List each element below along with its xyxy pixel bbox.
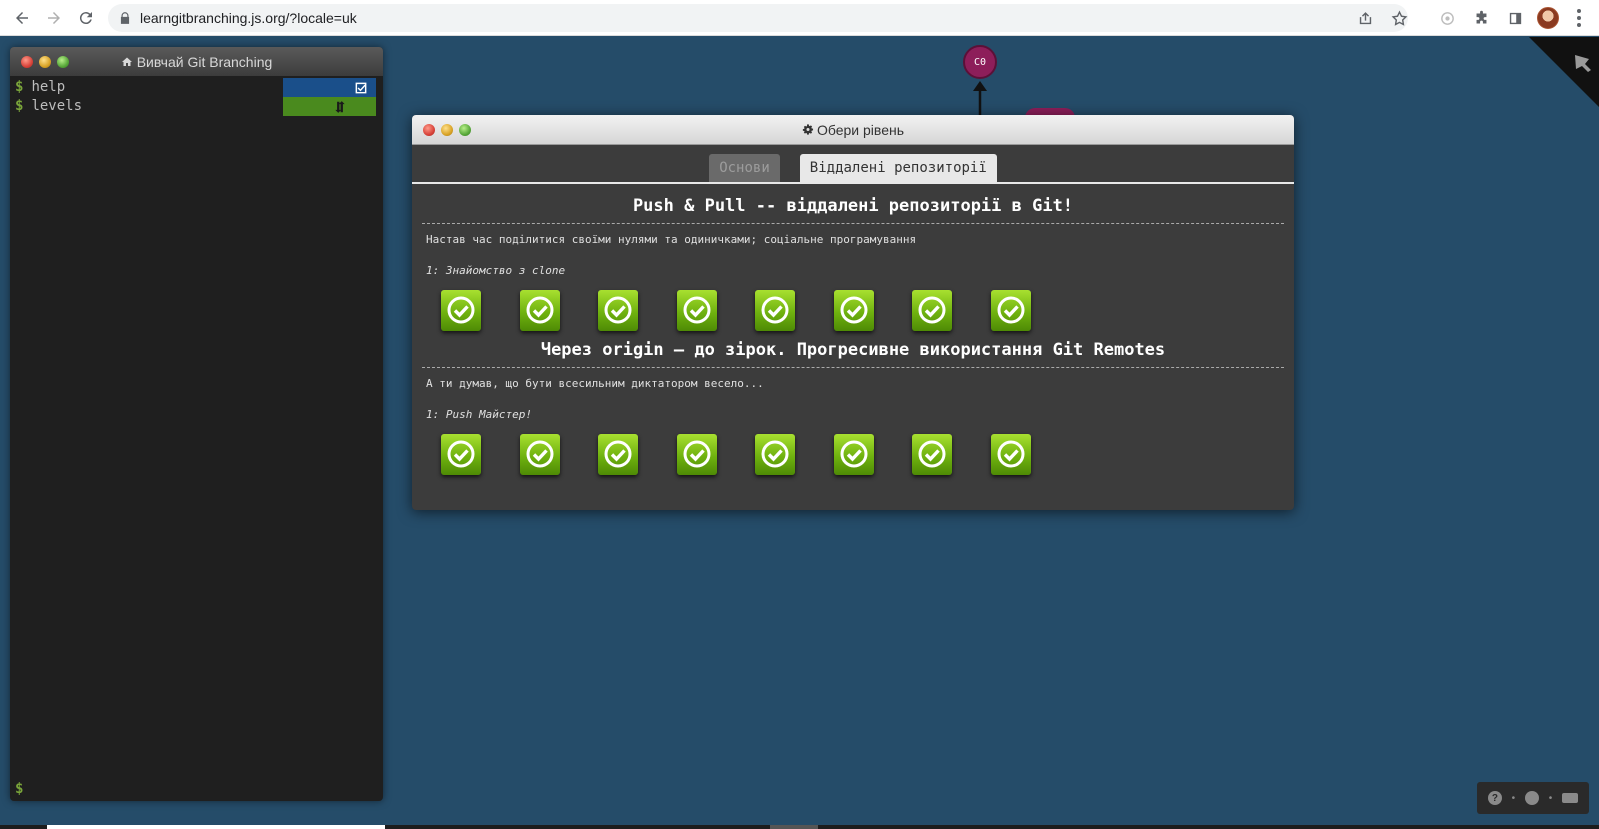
level-button[interactable] [755, 433, 795, 475]
check-circle-icon [604, 440, 632, 468]
check-circle-icon [447, 440, 475, 468]
terminal-title: Вивчай Git Branching [10, 54, 383, 70]
command-status-badge [283, 78, 376, 97]
dialog-title-text: Обери рівень [816, 121, 905, 138]
level-button[interactable] [441, 433, 481, 475]
level-button[interactable] [833, 433, 874, 475]
bottom-strip [0, 825, 1599, 829]
command-history-item[interactable]: $ help [10, 78, 383, 97]
help-toolbar: ? • • [1477, 782, 1589, 814]
tab-remote-repositories[interactable]: Віддалені репозиторії [799, 154, 997, 182]
command-prompt: $ [15, 98, 24, 114]
check-circle-icon [761, 440, 789, 468]
url-path: /?locale=uk [285, 10, 357, 26]
level-sequence: Через origin – до зірок. Прогресивне вик… [422, 334, 1284, 478]
twitter-icon[interactable] [1562, 793, 1579, 803]
level-select-dialog: Обери рівень Основи Віддалені репозиторі… [412, 115, 1294, 510]
check-circle-icon [761, 296, 789, 324]
forward-icon[interactable] [38, 2, 70, 34]
level-sequence: Push & Pull -- віддалені репозиторії в G… [422, 184, 1284, 334]
toolbar-separator: • [1548, 792, 1553, 804]
commit-arrow [973, 81, 987, 117]
address-bar[interactable]: learngitbranching.js.org/?locale=uk [108, 4, 1408, 32]
terminal-window: Вивчай Git Branching $ help $ levels $ [10, 47, 383, 801]
sequence-current-level: 1: Push Майстер! [426, 408, 532, 421]
level-button[interactable] [676, 289, 717, 331]
side-panel-icon[interactable] [1503, 4, 1527, 32]
level-button[interactable] [519, 289, 560, 331]
bookmark-star-icon[interactable] [1387, 4, 1411, 32]
sequence-current-level: 1: Знайомство з clone [426, 264, 566, 277]
check-circle-icon [447, 296, 475, 324]
level-button[interactable] [676, 433, 717, 475]
corner-ribbon-icon[interactable] [1529, 37, 1599, 107]
level-button[interactable] [990, 289, 1031, 331]
sequence-title: Через origin – до зірок. Прогресивне вик… [422, 334, 1284, 368]
check-circle-icon [604, 296, 632, 324]
sequence-title: Push & Pull -- віддалені репозиторії в G… [422, 184, 1284, 224]
check-circle-icon [840, 296, 867, 324]
sequence-description: А ти думав, що бути всесильним диктаторо… [426, 377, 764, 390]
dialog-title: Обери рівень [412, 122, 1294, 138]
check-circle-icon [526, 440, 553, 468]
check-square-icon [355, 82, 367, 93]
level-tabs: Основи Віддалені репозиторії [412, 145, 1294, 184]
level-button[interactable] [441, 289, 481, 331]
dialog-titlebar: Обери рівень [412, 115, 1294, 145]
check-circle-icon [997, 296, 1024, 324]
check-circle-icon [997, 440, 1024, 468]
command-prompt: $ [15, 79, 24, 95]
profile-avatar[interactable] [1537, 7, 1559, 29]
bottom-strip-segment [770, 825, 818, 829]
level-button[interactable] [833, 289, 874, 331]
check-circle-icon [840, 440, 867, 468]
reload-icon[interactable] [70, 2, 102, 34]
browser-menu-icon[interactable] [1571, 8, 1587, 28]
level-icons [422, 430, 1284, 478]
level-button[interactable] [519, 433, 560, 475]
gear-icon [802, 123, 814, 135]
lock-icon [120, 12, 130, 24]
command-text: levels [31, 98, 83, 114]
url-host: learngitbranching.js.org [140, 10, 286, 26]
level-button[interactable] [990, 433, 1031, 475]
check-circle-icon [918, 296, 946, 324]
share-icon[interactable] [1353, 4, 1377, 32]
back-icon[interactable] [6, 2, 38, 34]
level-button[interactable] [755, 289, 795, 331]
toolbar-separator: • [1511, 792, 1516, 804]
bottom-strip-segment [47, 825, 385, 829]
extensions-puzzle-icon[interactable] [1469, 4, 1493, 32]
sequence-description: Настав час поділитися своїми нулями та о… [426, 233, 917, 246]
level-button[interactable] [598, 433, 638, 475]
level-button[interactable] [912, 289, 952, 331]
exchange-arrows-icon [334, 100, 345, 113]
globe-icon[interactable] [1524, 791, 1539, 805]
commit-node[interactable]: C0 [963, 45, 997, 79]
browser-toolbar: learngitbranching.js.org/?locale=uk [0, 0, 1599, 36]
level-button[interactable] [598, 289, 638, 331]
home-icon [121, 57, 132, 66]
command-history-item[interactable]: $ levels [10, 97, 383, 116]
help-icon[interactable]: ? [1487, 791, 1502, 805]
terminal-title-text: Вивчай Git Branching [136, 53, 273, 70]
extension-spinner-icon[interactable] [1435, 4, 1459, 32]
check-circle-icon [526, 296, 553, 324]
tab-basics[interactable]: Основи [709, 154, 780, 182]
level-icons [422, 286, 1284, 334]
level-button[interactable] [912, 433, 952, 475]
command-status-badge [283, 97, 376, 116]
check-circle-icon [683, 296, 710, 324]
command-text: help [31, 79, 66, 95]
check-circle-icon [918, 440, 946, 468]
check-circle-icon [683, 440, 710, 468]
terminal-input-prompt[interactable]: $ [15, 781, 23, 797]
terminal-titlebar: Вивчай Git Branching [10, 47, 383, 76]
